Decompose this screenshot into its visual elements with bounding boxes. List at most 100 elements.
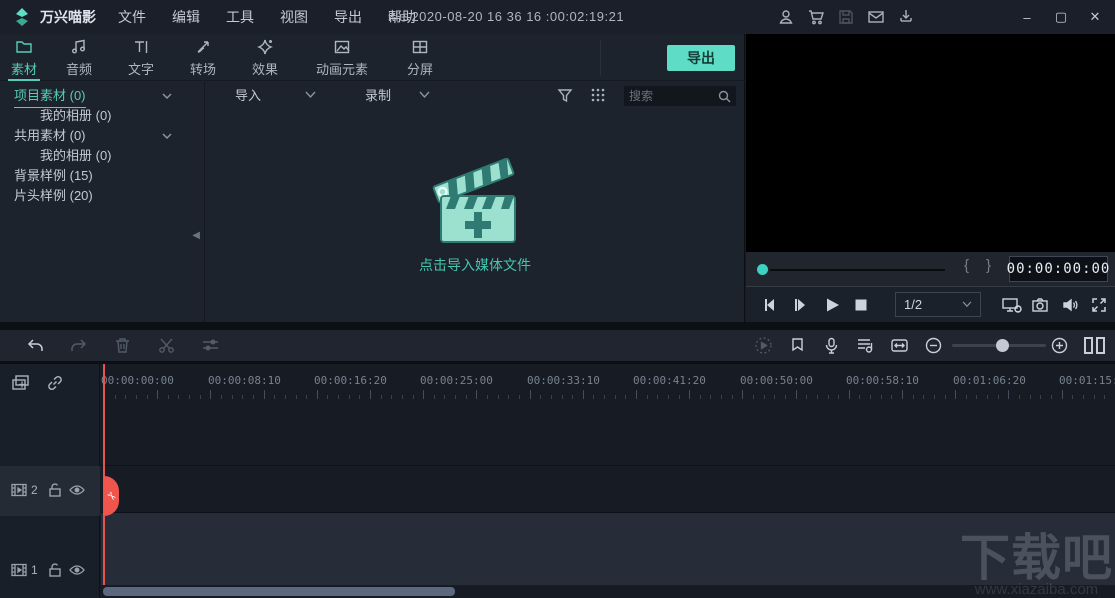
filter-icon[interactable] [557,87,573,103]
preview-screen[interactable] [746,34,1115,252]
search-icon[interactable] [718,90,731,103]
tree-item-intro-samples[interactable]: 片头样例 (20) [0,186,205,206]
horizontal-scrollbar[interactable] [103,587,455,596]
track-header-1[interactable]: 1 [0,552,100,598]
zoom-in-icon[interactable] [1050,336,1069,355]
video-track-icon [10,481,28,499]
menu-tools[interactable]: 工具 [226,7,254,27]
timeline-toolbar [0,330,1115,361]
marker-icon[interactable] [788,336,807,355]
next-frame-icon[interactable] [792,296,810,314]
snapshot-camera-icon[interactable] [1031,296,1049,314]
toolbar-wrap [0,322,1115,364]
tab-media[interactable]: 素材 [0,34,48,81]
fullscreen-icon[interactable] [1090,296,1108,314]
media-browser: 导入 录制 [205,82,745,322]
link-icon[interactable] [45,373,65,393]
playhead-handle[interactable]: ✂ [104,476,119,516]
display-settings-icon[interactable] [1001,296,1023,314]
split-screen-icon [411,38,429,56]
zoom-slider-handle[interactable] [996,339,1009,352]
tree-item-background-samples[interactable]: 背景样例 (15) [0,166,205,186]
divider [600,40,601,76]
maximize-button[interactable]: ▢ [1049,5,1073,29]
menu-view[interactable]: 视图 [280,7,308,27]
menu-export[interactable]: 导出 [334,7,362,27]
quality-value: 1/2 [904,297,922,312]
tree-item-shared-media[interactable]: 共用素材 (0) [0,126,205,146]
mark-out-button[interactable]: } [986,257,991,274]
redo-icon[interactable] [69,336,88,355]
minimize-button[interactable]: – [1015,5,1039,29]
empty-media-dropzone[interactable]: 点击导入媒体文件 [205,142,745,275]
adjust-sliders-icon[interactable] [201,336,220,355]
fit-timeline-icon[interactable] [890,336,909,355]
scrubber-handle[interactable] [757,264,768,275]
download-icon[interactable] [897,8,915,26]
volume-icon[interactable] [1061,296,1079,314]
store-cart-icon[interactable] [807,8,825,26]
tab-effects[interactable]: 效果 [234,34,296,81]
tab-label: 效果 [252,59,278,78]
zoom-out-icon[interactable] [924,336,943,355]
split-scissors-icon[interactable] [157,336,176,355]
preview-panel: { } 00:00:00:00 1/2 [746,34,1115,322]
tab-text[interactable]: 文字 [110,34,172,81]
scrubber-track[interactable] [770,269,945,271]
tree-item-my-album[interactable]: 我的相册 (0) [0,106,205,126]
tab-splitscreen[interactable]: 分屏 [388,34,452,81]
account-icon[interactable] [777,8,795,26]
previous-frame-icon[interactable] [762,296,780,314]
export-button[interactable]: 导出 [667,45,735,71]
chevron-down-icon[interactable] [161,130,173,142]
playback-controls: 1/2 [746,286,1115,322]
mark-in-button[interactable]: { [964,257,969,274]
audio-mixer-icon[interactable] [855,336,874,355]
track-lane-1[interactable] [101,513,1115,585]
record-button[interactable]: 录制 [365,86,391,106]
tab-elements[interactable]: 动画元素 [296,34,388,81]
save-icon[interactable] [837,8,855,26]
tree-item-project-media[interactable]: 项目素材 (0) [0,86,205,106]
lock-icon[interactable] [46,561,64,579]
mail-icon[interactable] [867,8,885,26]
chevron-down-icon[interactable] [419,91,430,99]
image-icon [333,38,351,56]
track-view-toggle-icon[interactable] [1082,336,1108,355]
tree-item-my-album-2[interactable]: 我的相册 (0) [0,146,205,166]
tab-transitions[interactable]: 转场 [172,34,234,81]
tab-label: 动画元素 [316,59,368,78]
render-preview-icon[interactable] [754,336,773,355]
close-button[interactable]: ✕ [1083,5,1107,29]
track-header-2[interactable]: 2 [0,466,100,516]
voiceover-mic-icon[interactable] [822,336,841,355]
menu-edit[interactable]: 编辑 [172,7,200,27]
import-button[interactable]: 导入 [235,86,261,106]
tab-audio[interactable]: 音频 [48,34,110,81]
grid-view-icon[interactable] [590,87,606,103]
play-icon[interactable] [823,296,841,314]
sparkle-star-icon [256,38,274,56]
playhead-line[interactable] [103,364,105,585]
add-track-icon[interactable] [11,373,31,393]
chevron-down-icon[interactable] [161,90,173,102]
lock-icon[interactable] [46,481,64,499]
menu-file[interactable]: 文件 [118,7,146,27]
delete-icon[interactable] [113,336,132,355]
timeline-ruler[interactable]: 00:00:00:00 00:00:08:10 00:00:16:20 00:0… [100,364,1115,400]
music-note-icon [70,38,88,56]
track-header-column: 2 1 [0,364,100,598]
track-number: 2 [31,483,38,497]
eye-icon[interactable] [68,561,86,579]
quality-select[interactable]: 1/2 [895,292,981,317]
timecode-display: 00:00:00:00 [1009,256,1108,282]
undo-icon[interactable] [26,336,45,355]
divider [101,512,1115,513]
search-input[interactable] [629,89,718,103]
track-number: 1 [31,563,38,577]
video-track-icon [10,561,28,579]
sidebar-collapse-arrow[interactable]: ◀ [192,230,200,241]
stop-icon[interactable] [852,296,870,314]
eye-icon[interactable] [68,481,86,499]
chevron-down-icon[interactable] [305,91,316,99]
